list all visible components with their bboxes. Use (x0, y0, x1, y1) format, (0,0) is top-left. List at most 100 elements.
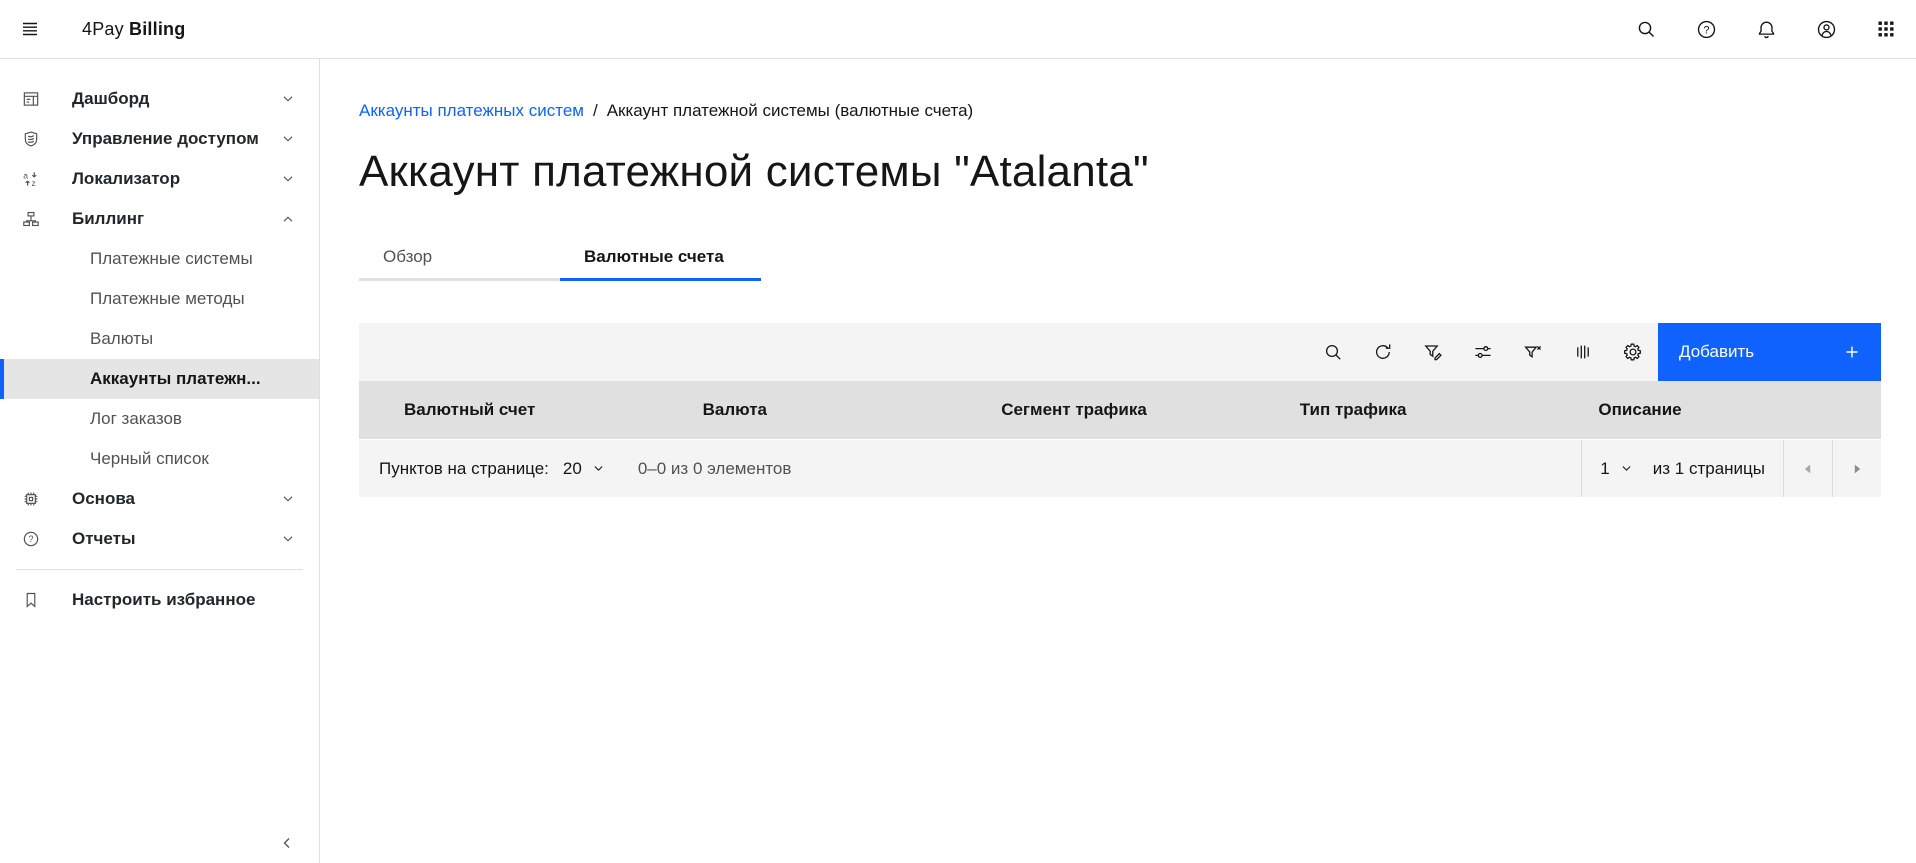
page-value: 1 (1600, 459, 1609, 479)
chip-icon (22, 490, 40, 508)
table-filter-edit-button[interactable] (1408, 323, 1458, 381)
table-filter-remove-button[interactable] (1508, 323, 1558, 381)
chevron-left-icon (279, 835, 295, 851)
sidebar-divider (16, 569, 303, 570)
add-button[interactable]: Добавить (1658, 323, 1881, 381)
sidebar-subitem-label: Платежные методы (90, 289, 245, 309)
chevron-down-icon (281, 532, 295, 546)
sidebar-subitem-label: Черный список (90, 449, 209, 469)
sidebar-subitem-currencies[interactable]: Валюты (0, 319, 319, 359)
breadcrumb-separator: / (593, 100, 598, 121)
items-per-page-value: 20 (563, 459, 582, 479)
column-header-description[interactable]: Описание (1582, 381, 1881, 439)
tab-label: Обзор (383, 247, 432, 266)
search-button[interactable] (1616, 0, 1676, 58)
product-suffix: Billing (129, 19, 185, 39)
pagination-right: 1 из 1 страницы (1581, 440, 1881, 497)
sidebar-item-label: Основа (72, 489, 281, 509)
sidebar-subitem-payment-system-accounts[interactable]: Аккаунты платежн... (0, 359, 319, 399)
sidebar-subitem-order-log[interactable]: Лог заказов (0, 399, 319, 439)
sidebar-item-access-management[interactable]: Управление доступом (0, 119, 319, 159)
user-avatar-icon (1816, 19, 1837, 40)
table-header-row: Валютный счет Валюта Сегмент трафика Тип… (359, 381, 1881, 439)
page-total-text: из 1 страницы (1643, 440, 1783, 497)
product-name: 4Pay (82, 19, 124, 39)
filter-edit-icon (1423, 342, 1443, 362)
dashboard-icon (22, 90, 40, 108)
filter-remove-icon (1523, 342, 1543, 362)
sidebar-subitem-blacklist[interactable]: Черный список (0, 439, 319, 479)
sidebar-item-label: Биллинг (72, 209, 281, 229)
sliders-icon (1473, 342, 1493, 362)
question-circle-icon: ? (22, 530, 40, 548)
tab-label: Валютные счета (584, 247, 724, 266)
column-header-traffic-segment[interactable]: Сегмент трафика (985, 381, 1284, 439)
sidebar-item-label: Дашборд (72, 89, 281, 109)
sidebar: Дашборд Управление доступом a (0, 59, 320, 863)
svg-text:?: ? (1703, 24, 1709, 36)
svg-text:z: z (32, 178, 36, 188)
menu-icon (20, 19, 40, 39)
table-columns-button[interactable] (1558, 323, 1608, 381)
svg-text:a: a (23, 170, 28, 180)
app-switcher-icon (1876, 19, 1896, 39)
sidebar-item-dashboard[interactable]: Дашборд (0, 79, 319, 119)
breadcrumb-link-payment-system-accounts[interactable]: Аккаунты платежных систем (359, 100, 584, 121)
page-title: Аккаунт платежной системы "Atalanta" (359, 143, 1881, 201)
sidebar-subitem-label: Аккаунты платежн... (90, 369, 261, 389)
sidebar-item-core[interactable]: Основа (0, 479, 319, 519)
sidebar-subitem-label: Валюты (90, 329, 153, 349)
bookmark-icon (22, 591, 40, 609)
page-select[interactable]: 1 (1600, 440, 1632, 497)
chevron-down-icon (281, 92, 295, 106)
sidebar-collapse-button[interactable] (269, 825, 305, 861)
column-header-currency-account[interactable]: Валютный счет (359, 381, 687, 439)
chevron-down-icon (281, 172, 295, 186)
menu-button[interactable] (0, 0, 60, 58)
chevron-down-icon (1620, 462, 1633, 475)
tab-currency-accounts[interactable]: Валютные счета (560, 235, 761, 281)
app-logo: 4Pay Billing (82, 19, 185, 40)
column-header-label: Валютный счет (404, 400, 535, 420)
sidebar-subitem-label: Платежные системы (90, 249, 253, 269)
help-icon: ? (1696, 19, 1717, 40)
pagination-left: Пунктов на странице: 20 0–0 из 0 элемент… (359, 440, 809, 497)
items-per-page-select[interactable]: 20 (563, 459, 605, 479)
app-root: 4Pay Billing ? (0, 0, 1916, 863)
table-settings-adjust-button[interactable] (1458, 323, 1508, 381)
top-header: 4Pay Billing ? (0, 0, 1916, 59)
sidebar-item-localizer[interactable]: a z Локализатор (0, 159, 319, 199)
sidebar-item-label: Управление доступом (72, 129, 281, 149)
table-search-button[interactable] (1308, 323, 1358, 381)
app-switcher-button[interactable] (1856, 0, 1916, 58)
previous-page-button[interactable] (1784, 440, 1832, 497)
column-header-currency[interactable]: Валюта (687, 381, 986, 439)
tab-overview[interactable]: Обзор (359, 235, 560, 281)
svg-text:?: ? (28, 534, 33, 544)
column-header-label: Валюта (703, 400, 767, 420)
sidebar-subitem-payment-systems[interactable]: Платежные системы (0, 239, 319, 279)
table-toolbar: Добавить (359, 323, 1881, 381)
notifications-button[interactable] (1736, 0, 1796, 58)
sidebar-item-reports[interactable]: ? Отчеты (0, 519, 319, 559)
tree-icon (22, 210, 40, 228)
pagination-bar: Пунктов на странице: 20 0–0 из 0 элемент… (359, 439, 1881, 497)
gear-icon (1623, 342, 1643, 362)
translate-icon: a z (22, 170, 40, 188)
search-icon (1323, 342, 1343, 362)
table-refresh-button[interactable] (1358, 323, 1408, 381)
sidebar-item-billing[interactable]: Биллинг (0, 199, 319, 239)
caret-right-icon (1849, 461, 1865, 477)
refresh-icon (1373, 342, 1393, 362)
sidebar-item-label: Настроить избранное (72, 590, 295, 610)
user-button[interactable] (1796, 0, 1856, 58)
next-page-button[interactable] (1833, 440, 1881, 497)
help-button[interactable]: ? (1676, 0, 1736, 58)
column-header-traffic-type[interactable]: Тип трафика (1284, 381, 1583, 439)
table-settings-button[interactable] (1608, 323, 1658, 381)
sidebar-subitem-payment-methods[interactable]: Платежные методы (0, 279, 319, 319)
chevron-up-icon (281, 212, 295, 226)
sidebar-item-favorites[interactable]: Настроить избранное (0, 580, 319, 620)
column-header-label: Описание (1598, 400, 1681, 420)
sidebar-subitem-label: Лог заказов (90, 409, 182, 429)
